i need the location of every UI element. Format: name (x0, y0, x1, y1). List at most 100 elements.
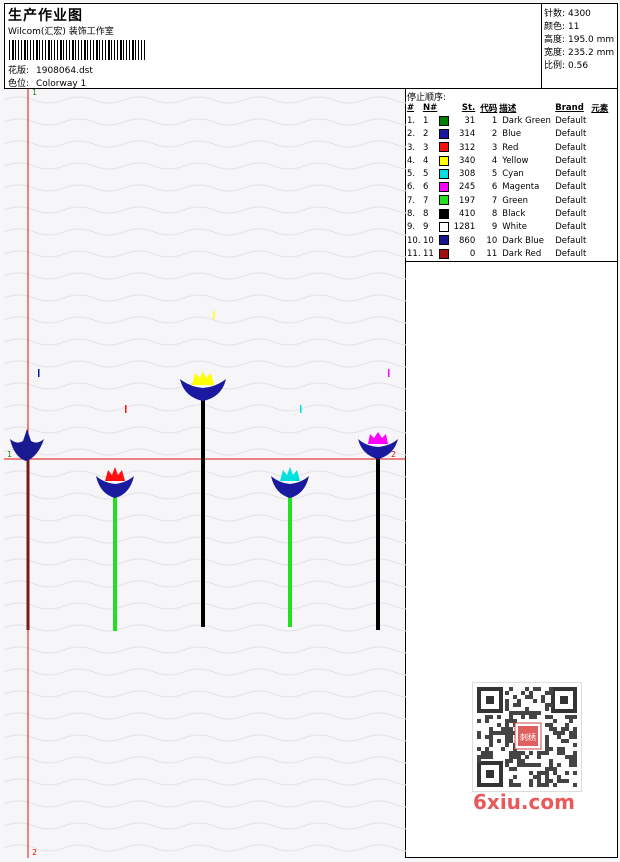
axis-marker-bottom: 2 (32, 848, 38, 857)
row-needle: 9 (423, 222, 429, 233)
table-row: 2. 2 314 2 Blue Default (406, 128, 609, 141)
color-swatch (439, 128, 450, 139)
row-brand: Default (555, 115, 587, 126)
table-row: 1. 1 31 1 Dark Green Default (406, 114, 609, 127)
table-row: 9. 9 1281 9 White Default (406, 221, 609, 234)
row-code: 2 (491, 129, 498, 140)
color-swatch (439, 222, 450, 233)
row-brand: Default (555, 142, 587, 153)
row-brand: Default (555, 155, 587, 166)
row-index: 6. (407, 182, 416, 193)
row-index: 7. (407, 195, 416, 206)
col-header-code: 代码 (480, 103, 498, 114)
row-needle: 2 (423, 129, 429, 140)
row-index: 3. (407, 142, 416, 153)
stat-colors: 颜色: 11 (544, 22, 580, 32)
color-swatch (439, 182, 450, 193)
stat-height: 高度: 195.0 mm (544, 35, 615, 45)
color-swatch (439, 208, 450, 219)
col-header-description: 描述 (499, 103, 517, 114)
col-header-needle: N# (423, 102, 438, 113)
row-code: 4 (491, 155, 498, 166)
table-row: 4. 4 340 4 Yellow Default (406, 154, 609, 167)
row-description: Magenta (502, 182, 540, 193)
design-file: 1908064.dst (36, 66, 93, 76)
color-swatch (439, 155, 450, 166)
row-brand: Default (555, 248, 587, 259)
table-row: 7. 7 197 7 Green Default (406, 194, 609, 207)
row-stitches: 308 (459, 169, 476, 180)
color-swatch (439, 248, 450, 259)
stat-stitches: 针数: 4300 (544, 9, 591, 19)
row-brand: Default (555, 169, 587, 180)
row-description: White (502, 222, 527, 233)
row-needle: 5 (423, 169, 429, 180)
row-needle: 10 (423, 235, 434, 246)
qr-code: 刺绣 (472, 682, 582, 792)
color-swatch (439, 235, 450, 246)
row-description: Red (502, 142, 519, 153)
table-row: 5. 5 308 5 Cyan Default (406, 167, 609, 180)
axis-marker-left: 1 (7, 450, 13, 459)
col-header-index: # (407, 102, 415, 113)
stat-width: 宽度: 235.2 mm (544, 48, 615, 58)
color-swatch (439, 195, 450, 206)
table-header-row: # N# St. 代码 描述 Brand 元素 (406, 101, 609, 114)
row-stitches: 197 (459, 195, 476, 206)
colorway: Colorway 1 (36, 79, 87, 89)
stop-sequence-table: # N# St. 代码 描述 Brand 元素 1. 1 31 1 Dark Green… (406, 101, 609, 261)
axis-marker-top: 1 (32, 88, 38, 97)
row-description: Dark Red (502, 248, 542, 259)
stat-scale: 比例: 0.56 (544, 61, 589, 71)
row-index: 9. (407, 222, 416, 233)
axis-marker-right: 2 (391, 450, 397, 459)
row-index: 5. (407, 169, 416, 180)
row-stitches: 340 (459, 155, 476, 166)
row-description: Green (502, 195, 528, 206)
row-stitches: 312 (459, 142, 476, 153)
row-description: Dark Blue (502, 235, 544, 246)
row-stitches: 245 (459, 182, 476, 193)
col-header-element: 元素 (591, 103, 609, 114)
table-row: 3. 3 312 3 Red Default (406, 141, 609, 154)
barcode (9, 40, 145, 60)
row-code: 6 (491, 182, 498, 193)
row-code: 7 (491, 195, 498, 206)
row-index: 8. (407, 209, 416, 220)
row-code: 8 (491, 209, 498, 220)
page-title: 生产作业图 (8, 8, 83, 24)
row-index: 2. (407, 129, 416, 140)
stop-sequence-panel: 停止顺序: # N# St. 代码 描述 Brand 元素 1. 1 31 1 Dark… (405, 89, 618, 262)
design-file-line: 花版: 1908064.dst (8, 66, 93, 76)
row-brand: Default (555, 195, 587, 206)
row-needle: 7 (423, 195, 429, 206)
row-brand: Default (555, 222, 587, 233)
header-info: 生产作业图 Wilcom(汇宏) 装饰工作室 花版: 1908064.dst 色位… (4, 3, 542, 89)
row-index: 1. (407, 115, 416, 126)
svg-text:刺绣: 刺绣 (520, 732, 536, 742)
color-swatch (439, 115, 450, 126)
row-description: Cyan (502, 169, 524, 180)
row-stitches: 1281 (453, 222, 476, 233)
row-description: Blue (502, 129, 522, 140)
row-stitches: 0 (469, 248, 476, 259)
row-code: 1 (491, 115, 498, 126)
col-header-brand: Brand (555, 102, 584, 113)
row-index: 11. (407, 248, 421, 259)
stats-panel: 针数: 4300 颜色: 11 高度: 195.0 mm 宽度: 235.2 mm 比例… (541, 3, 618, 89)
row-description: Yellow (502, 155, 529, 166)
table-row: 11. 11 0 11 Dark Red Default (406, 247, 609, 260)
row-stitches: 410 (459, 209, 476, 220)
row-needle: 8 (423, 209, 429, 220)
table-row: 6. 6 245 6 Magenta Default (406, 181, 609, 194)
table-row: 8. 8 410 8 Black Default (406, 207, 609, 220)
row-needle: 4 (423, 155, 429, 166)
row-code: 3 (491, 142, 498, 153)
colorway-line: 色位: Colorway 1 (8, 79, 87, 89)
row-code: 9 (491, 222, 498, 233)
row-code: 5 (491, 169, 498, 180)
row-needle: 3 (423, 142, 429, 153)
row-index: 4. (407, 155, 416, 166)
row-stitches: 314 (459, 129, 476, 140)
row-stitches: 31 (464, 115, 476, 126)
